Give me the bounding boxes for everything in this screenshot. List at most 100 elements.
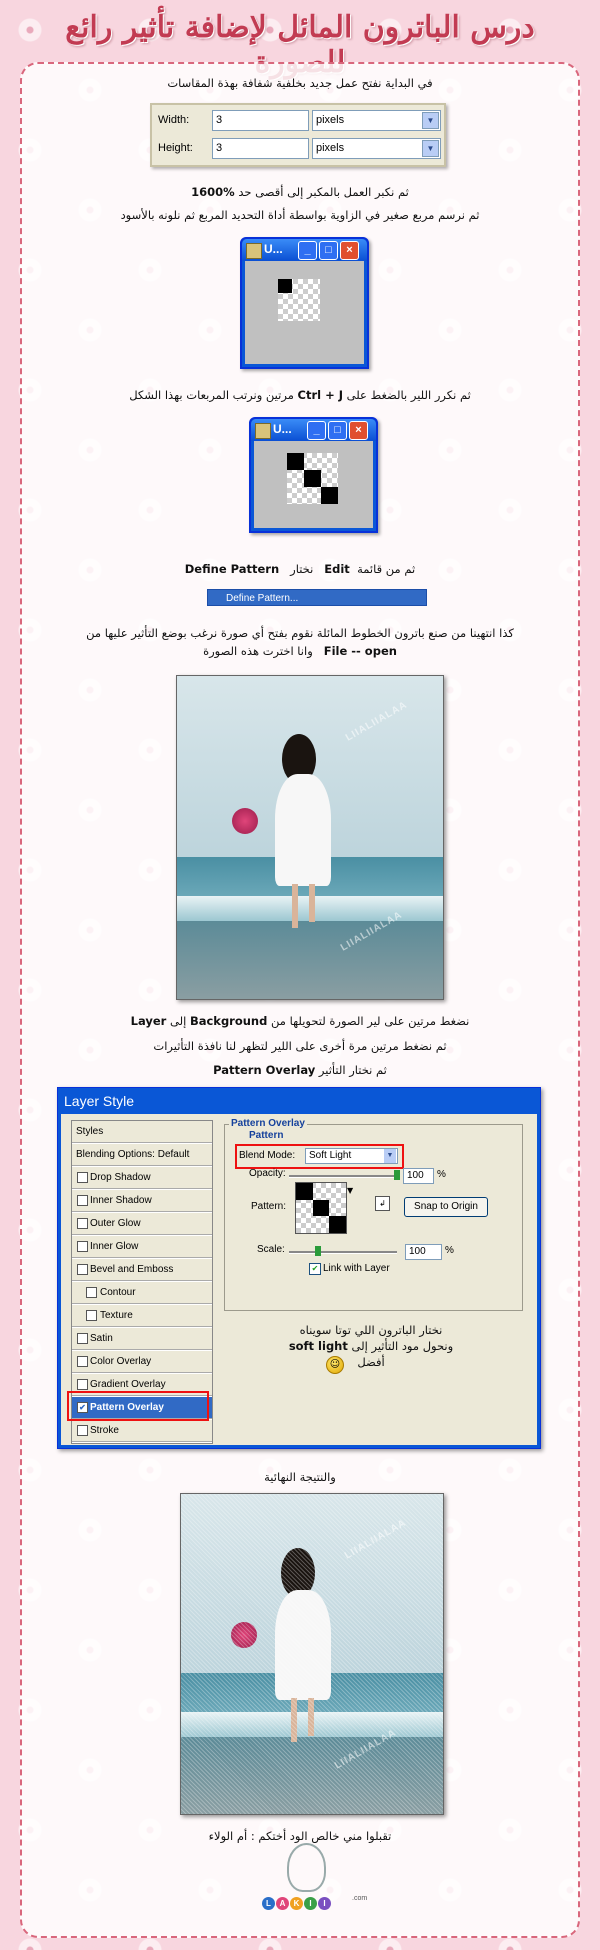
step-6-c: وانا اخترت هذه الصورة [203, 644, 313, 658]
scale-slider[interactable] [289, 1251, 397, 1254]
link-with-layer-checkbox[interactable]: ✔ [309, 1263, 321, 1275]
step-5-a: ثم من قائمة [357, 562, 416, 576]
new-preset-icon[interactable]: ↲ [375, 1196, 390, 1211]
style-item-label: Contour [100, 1287, 136, 1298]
logo-letters: LAKII [262, 1891, 342, 1910]
scale-input[interactable]: 100 [405, 1244, 442, 1260]
style-item-label: Texture [100, 1310, 133, 1321]
style-checkbox[interactable] [77, 1241, 88, 1252]
height-label: Height: [158, 142, 193, 154]
maximize-icon[interactable]: □ [328, 421, 347, 440]
step-4-a: ثم نكرر اللير بالضغط على [346, 388, 471, 402]
scale-percent: % [445, 1245, 454, 1256]
maximize-icon[interactable]: □ [319, 241, 338, 260]
style-checkbox[interactable] [77, 1333, 88, 1344]
style-checkbox[interactable] [86, 1287, 97, 1298]
height-unit-select[interactable]: pixels ▼ [312, 138, 441, 159]
window-title: U... [264, 242, 283, 256]
layer-style-title: Layer Style [64, 1093, 135, 1109]
photo-girl-leg [309, 884, 315, 922]
step-8-text: ثم نضغط مرتين مرة أخرى على اللير لتظهر ل… [153, 1039, 447, 1053]
pattern-swatch[interactable] [295, 1182, 347, 1234]
style-checkbox[interactable] [77, 1172, 88, 1183]
opacity-slider-thumb[interactable] [394, 1170, 400, 1180]
scale-slider-thumb[interactable] [315, 1246, 321, 1256]
style-item-outer-glow[interactable]: Outer Glow [72, 1213, 212, 1235]
photo-waves [181, 1711, 443, 1738]
note-line-3-text: أفضل [357, 1355, 385, 1369]
style-item-styles[interactable]: Styles [72, 1121, 212, 1143]
chevron-down-icon[interactable]: ▼ [422, 112, 439, 129]
document-icon [255, 423, 271, 439]
style-item-drop-shadow[interactable]: Drop Shadow [72, 1167, 212, 1189]
window-titlebar[interactable]: U... _ □ × [251, 419, 376, 441]
width-row: Width: 3 pixels ▼ [158, 110, 441, 132]
window-titlebar[interactable]: U... _ □ × [242, 239, 367, 261]
style-item-label: Bevel and Emboss [90, 1264, 174, 1275]
style-item-color-overlay[interactable]: Color Overlay [72, 1351, 212, 1373]
style-checkbox[interactable] [77, 1356, 88, 1367]
width-input[interactable]: 3 [212, 110, 309, 131]
style-item-stroke[interactable]: Stroke [72, 1420, 212, 1442]
opacity-slider[interactable] [289, 1175, 397, 1178]
step-5-text: ثم من قائمة Edit نختار Define Pattern [40, 560, 560, 578]
logo-letter: I [318, 1897, 331, 1910]
photo-girl-leg [308, 1698, 314, 1736]
note-line-2: ونحول مود التأثير إلى soft light [231, 1338, 511, 1354]
photo-girl-leg [292, 884, 298, 928]
step-6-text: كذا انتهينا من صنع باترون الخطوط المائلة… [40, 624, 560, 660]
style-item-inner-glow[interactable]: Inner Glow [72, 1236, 212, 1258]
snap-to-origin-button[interactable]: Snap to Origin [404, 1197, 488, 1217]
style-item-label: Outer Glow [90, 1218, 141, 1229]
close-icon[interactable]: × [340, 241, 359, 260]
opacity-label: Opacity: [249, 1168, 286, 1179]
height-input[interactable]: 3 [212, 138, 309, 159]
step-4-text: ثم نكرر اللير بالضغط على Ctrl + J مرتين … [40, 386, 560, 404]
style-checkbox[interactable] [77, 1425, 88, 1436]
step-2-b: 1600% [191, 185, 235, 199]
step-5-c: نختار [290, 562, 314, 576]
note-line-1: نختار الباترون اللي توتا سويناه [299, 1323, 443, 1337]
dimensions-dialog: Width: 3 pixels ▼ Height: 3 pixels ▼ [150, 103, 446, 167]
step-1-text: في البداية نفتح عمل جديد بخلفية شفافة به… [167, 76, 433, 90]
width-unit-value: pixels [316, 114, 345, 126]
minimize-icon[interactable]: _ [307, 421, 326, 440]
style-item-inner-shadow[interactable]: Inner Shadow [72, 1190, 212, 1212]
style-item-bevel-and-emboss[interactable]: Bevel and Emboss [72, 1259, 212, 1281]
style-checkbox[interactable] [77, 1264, 88, 1275]
photo-sea [181, 1673, 443, 1738]
note-line-3: أفضل [231, 1354, 511, 1370]
photo-girl-dress [275, 774, 331, 886]
scale-label: Scale: [257, 1244, 285, 1255]
pattern-picker-arrow-icon[interactable]: ▼ [347, 1186, 353, 1195]
step-7-a: نضغط مرتين على لير الصورة لتحويلها من [271, 1014, 470, 1028]
logo-swirl [287, 1843, 326, 1892]
group-title: Pattern Overlay [229, 1118, 307, 1129]
logo-letter: K [290, 1897, 303, 1910]
step-2-text: ثم نكبر العمل بالمكبر إلى أقصى حد 1600% [40, 183, 560, 201]
chevron-down-icon[interactable]: ▼ [422, 140, 439, 157]
style-checkbox[interactable] [86, 1310, 97, 1321]
step-6-a: كذا انتهينا من صنع باترون الخطوط المائلة… [86, 626, 514, 640]
minimize-icon[interactable]: _ [298, 241, 317, 260]
style-checkbox[interactable] [77, 1195, 88, 1206]
style-item-label: Inner Glow [90, 1241, 139, 1252]
width-unit-select[interactable]: pixels ▼ [312, 110, 441, 131]
result-photo: LIIALIIALAA LIIALIIALAA [180, 1493, 444, 1815]
style-item-texture[interactable]: Texture [72, 1305, 212, 1327]
window-title: U... [273, 422, 292, 436]
logo-letter: A [276, 1897, 289, 1910]
site-logo[interactable]: LAKII .com [262, 1843, 367, 1913]
step-4-c: مرتين ونرتب المربعات بهذا الشكل [129, 388, 294, 402]
style-item-satin[interactable]: Satin [72, 1328, 212, 1350]
photo-beach [181, 1737, 443, 1814]
style-item-blending-options-default[interactable]: Blending Options: Default [72, 1144, 212, 1166]
style-checkbox[interactable] [77, 1379, 88, 1390]
style-checkbox[interactable] [77, 1218, 88, 1229]
zoom-window-2: U... _ □ × [249, 417, 378, 533]
define-pattern-menu-item[interactable]: Define Pattern... [207, 589, 427, 606]
black-square-2 [304, 470, 321, 487]
style-item-contour[interactable]: Contour [72, 1282, 212, 1304]
close-icon[interactable]: × [349, 421, 368, 440]
opacity-input[interactable]: 100 [403, 1168, 434, 1184]
